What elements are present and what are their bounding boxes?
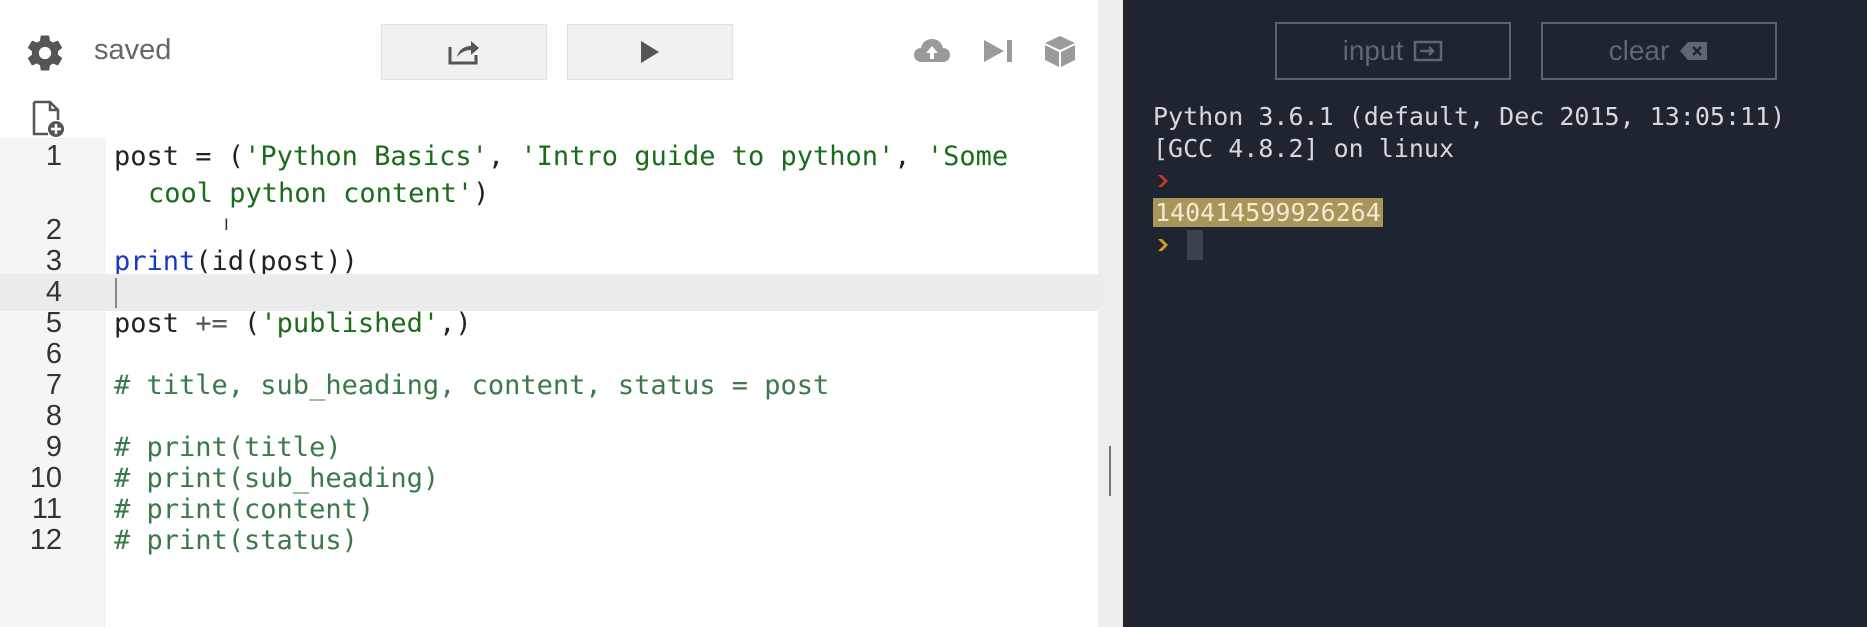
- editor-toolbar: saved: [0, 0, 1098, 100]
- clear-button[interactable]: clear: [1541, 22, 1777, 80]
- code-text: post = ('Python Basics', 'Intro guide to…: [114, 141, 1009, 172]
- code-line-12[interactable]: 12 # print(status): [0, 522, 1098, 559]
- selected-output-value[interactable]: 140414599926264: [1153, 198, 1383, 227]
- mouse-ibeam-cursor-icon: I: [224, 215, 229, 234]
- console-banner-line-2: [GCC 4.8.2] on linux: [1153, 134, 1455, 163]
- input-icon: [1414, 40, 1443, 62]
- gear-icon[interactable]: [24, 32, 66, 74]
- console-banner-line-1: Python 3.6.1 (default, Dec 2015, 13:05:1…: [1153, 102, 1786, 131]
- prompt-arrow-icon: [1158, 175, 1168, 187]
- cloud-upload-icon[interactable]: [912, 34, 952, 68]
- console-pane: input clear Python 3.6.1 (default, Dec 2…: [1123, 0, 1867, 627]
- new-file-icon[interactable]: [30, 100, 66, 138]
- code-comment: # print(status): [114, 525, 358, 556]
- prompt-arrow-icon: [1158, 239, 1168, 251]
- code-text-wrapped: cool python content'): [148, 178, 490, 209]
- line-number: 12: [29, 524, 62, 556]
- console-output-line[interactable]: 140414599926264: [1153, 197, 1383, 229]
- share-icon: [448, 41, 479, 65]
- share-button[interactable]: [381, 24, 547, 80]
- code-line-1[interactable]: 1 post = ('Python Basics', 'Intro guide …: [0, 138, 1098, 209]
- play-icon: [641, 41, 659, 63]
- save-status: saved: [94, 34, 172, 66]
- editor-pane: saved 1 post = ('Python Basics', 'Intro …: [0, 0, 1098, 627]
- step-forward-icon[interactable]: [978, 34, 1018, 68]
- line-number: 1: [45, 140, 62, 172]
- run-button[interactable]: [567, 24, 733, 80]
- pane-divider[interactable]: [1098, 0, 1123, 627]
- input-button[interactable]: input: [1275, 22, 1511, 80]
- resize-handle[interactable]: [1109, 446, 1111, 496]
- backspace-icon: [1680, 42, 1708, 60]
- clear-button-label: clear: [1608, 35, 1670, 66]
- package-icon[interactable]: [1040, 34, 1080, 68]
- console-input-cursor[interactable]: [1187, 230, 1203, 260]
- input-button-label: input: [1342, 35, 1404, 66]
- code-editor[interactable]: 1 post = ('Python Basics', 'Intro guide …: [0, 138, 1098, 627]
- text-caret: [115, 278, 117, 308]
